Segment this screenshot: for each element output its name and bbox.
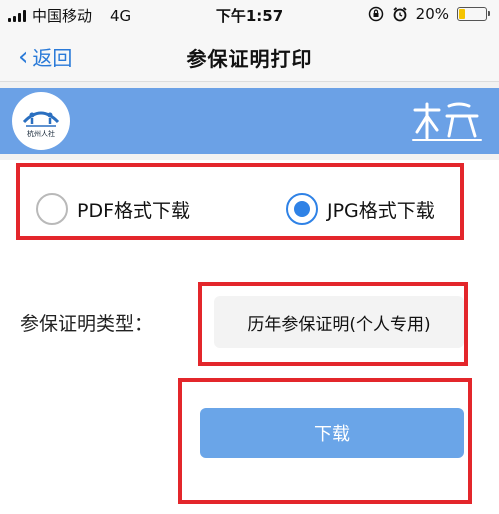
nav-bar: ‹ 返回 参保证明打印 <box>0 30 499 82</box>
banner: 杭州人社 <box>0 88 499 154</box>
jpg-format-label: JPG格式下载 <box>327 199 435 222</box>
format-highlight-box: PDF格式下载 JPG格式下载 <box>16 163 464 240</box>
download-button[interactable]: 下载 <box>200 408 464 458</box>
status-right: 20% <box>368 5 490 23</box>
hangzhou-emblem-icon <box>412 102 482 141</box>
jpg-radio[interactable] <box>286 193 318 225</box>
proof-type-label: 参保证明类型： <box>20 313 154 335</box>
status-bar: 中国移动 4G 下午1:57 20% <box>0 0 499 30</box>
battery-fill <box>459 9 465 19</box>
pdf-format-option[interactable]: PDF格式下载 <box>36 193 190 225</box>
logo-text: 杭州人社 <box>27 130 55 138</box>
battery-percent: 20% <box>415 5 449 23</box>
proof-type-select[interactable]: 历年参保证明(个人专用) <box>214 296 464 348</box>
alarm-icon <box>393 7 407 22</box>
pdf-radio[interactable] <box>36 193 68 225</box>
battery-icon <box>457 7 490 21</box>
rotation-lock-icon <box>368 6 383 22</box>
page-title: 参保证明打印 <box>186 47 313 71</box>
pdf-format-label: PDF格式下载 <box>77 199 191 222</box>
hangzhou-hrss-logo: 杭州人社 <box>12 92 70 150</box>
jpg-format-option[interactable]: JPG格式下载 <box>286 193 435 225</box>
bridge-emblem-icon <box>22 111 60 127</box>
